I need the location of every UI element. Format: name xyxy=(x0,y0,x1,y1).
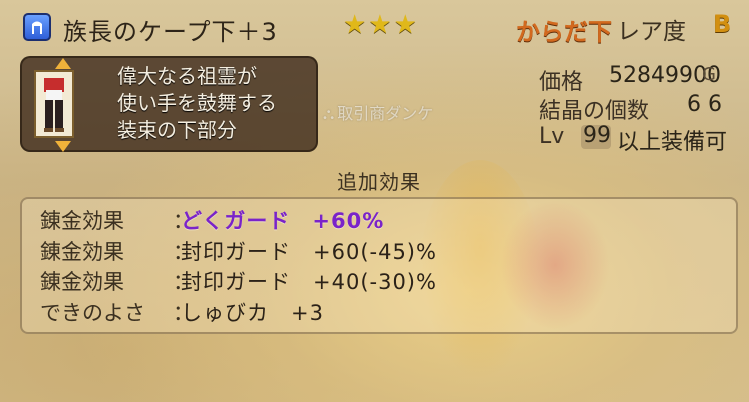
scroll-down-arrow-icon[interactable] xyxy=(55,141,71,152)
equipment-slot-label: からだ下 xyxy=(516,18,612,46)
star-rating: ★★★ xyxy=(343,10,419,40)
rarity-value: B xyxy=(713,10,732,38)
item-thumbnail xyxy=(34,70,74,138)
item-name: 族長のケープ下＋3 xyxy=(63,18,278,46)
rarity-label: レア度 xyxy=(617,19,686,45)
effect-label: 錬金効果 xyxy=(40,209,124,233)
additional-effects-heading: 追加効果 xyxy=(337,170,421,194)
level-label: Lv xyxy=(539,124,565,149)
crystal-count-value: 6 6 xyxy=(687,92,722,117)
price-unit: G xyxy=(702,64,716,85)
effect-label: できのよさ xyxy=(40,301,145,325)
effect-value: どくガード +60% xyxy=(181,209,385,233)
trader-icon: ⛬ xyxy=(323,104,335,123)
item-description: 偉大なる祖霊が 使い手を鼓舞する 装束の下部分 xyxy=(117,64,277,142)
price-label: 価格 xyxy=(539,70,584,95)
equipment-slot-icon xyxy=(23,13,51,41)
trader-label: 取引商ダンケ xyxy=(337,104,434,123)
effect-value: 封印ガード +60(-45)% xyxy=(181,240,437,264)
scroll-up-arrow-icon[interactable] xyxy=(55,58,71,69)
effect-label: 錬金効果 xyxy=(40,270,124,294)
level-requirement-text: 以上装備可 xyxy=(617,130,728,155)
level-value: 99 xyxy=(583,123,611,148)
effect-value: 封印ガード +40(-30)% xyxy=(181,270,437,294)
effect-value: しゅびカ +3 xyxy=(181,301,324,325)
effect-label: 錬金効果 xyxy=(40,240,124,264)
trader-name: ⛬ 取引商ダンケ xyxy=(323,100,433,124)
crystal-count-label: 結晶の個数 xyxy=(539,99,650,124)
